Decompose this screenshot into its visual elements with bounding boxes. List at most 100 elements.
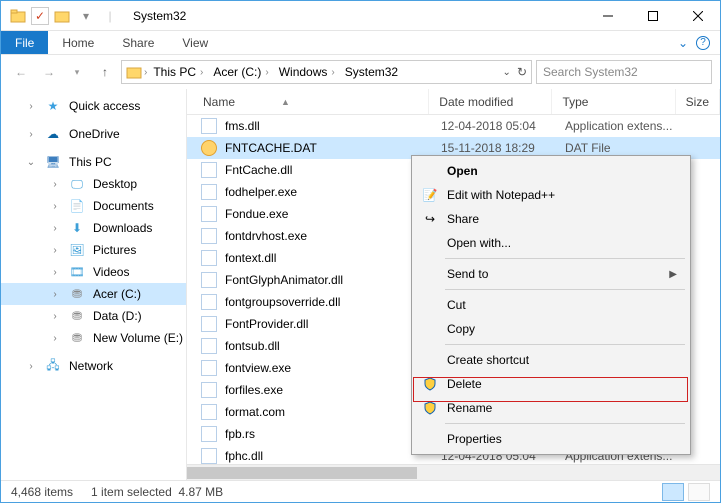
nav-data-d[interactable]: ›⛃Data (D:) xyxy=(1,305,186,327)
drive-icon: ⛃ xyxy=(69,330,85,346)
navigation-pane: ›★Quick access ›☁OneDrive ⌄🖥This PC ›🖵De… xyxy=(1,89,187,480)
tab-home[interactable]: Home xyxy=(48,31,108,54)
tab-view[interactable]: View xyxy=(168,31,222,54)
address-bar[interactable]: › This PC› Acer (C:)› Windows› System32 … xyxy=(121,60,532,84)
horizontal-scrollbar[interactable] xyxy=(187,464,720,480)
nav-quick-access[interactable]: ›★Quick access xyxy=(1,95,186,117)
details-view-button[interactable] xyxy=(662,483,684,501)
desktop-icon: 🖵 xyxy=(69,176,85,192)
folder-icon xyxy=(7,5,29,27)
close-button[interactable] xyxy=(675,1,720,31)
file-icon xyxy=(201,294,217,310)
shield-icon xyxy=(421,375,439,393)
file-icon xyxy=(201,184,217,200)
nav-this-pc[interactable]: ⌄🖥This PC xyxy=(1,151,186,173)
menu-send-to[interactable]: Send to▶ xyxy=(415,262,687,286)
file-name: format.com xyxy=(225,405,285,419)
separator xyxy=(445,423,685,424)
nav-network[interactable]: ›🖧Network xyxy=(1,355,186,377)
separator: | xyxy=(99,5,121,27)
file-icon xyxy=(201,448,217,464)
maximize-button[interactable] xyxy=(630,1,675,31)
file-date: 15-11-2018 18:29 xyxy=(431,141,555,155)
address-dropdown-icon[interactable]: ⌄ xyxy=(503,67,511,78)
up-button[interactable]: ↑ xyxy=(93,60,117,84)
file-icon xyxy=(201,206,217,222)
qat-dropdown-icon[interactable]: ▾ xyxy=(75,5,97,27)
menu-edit-notepadpp[interactable]: 📝Edit with Notepad++ xyxy=(415,183,687,207)
status-selection: 1 item selected 4.87 MB xyxy=(91,485,223,499)
chevron-right-icon[interactable]: › xyxy=(265,67,268,78)
nav-downloads[interactable]: ›⬇Downloads xyxy=(1,217,186,239)
file-type: Application extens... xyxy=(555,119,679,133)
thumbnails-view-button[interactable] xyxy=(688,483,710,501)
refresh-icon[interactable]: ↻ xyxy=(517,65,527,79)
star-icon: ★ xyxy=(45,98,61,114)
file-icon xyxy=(201,140,217,156)
file-type: DAT File xyxy=(555,141,679,155)
file-name: fms.dll xyxy=(225,119,260,133)
file-name: fontsub.dll xyxy=(225,339,280,353)
file-date: 12-04-2018 05:04 xyxy=(431,119,555,133)
column-size[interactable]: Size xyxy=(676,89,720,114)
column-name[interactable]: Name▲ xyxy=(187,89,429,114)
column-date[interactable]: Date modified xyxy=(429,89,552,114)
menu-open-with[interactable]: Open with... xyxy=(415,231,687,255)
file-row[interactable]: fms.dll 12-04-2018 05:04Application exten… xyxy=(187,115,720,137)
chevron-right-icon[interactable]: › xyxy=(144,67,147,78)
file-name: FontGlyphAnimator.dll xyxy=(225,273,343,287)
menu-properties[interactable]: Properties xyxy=(415,427,687,451)
nav-desktop[interactable]: ›🖵Desktop xyxy=(1,173,186,195)
ribbon-expand-icon[interactable]: ⌄ xyxy=(678,36,688,50)
pictures-icon: 🖼 xyxy=(69,242,85,258)
separator xyxy=(445,258,685,259)
sort-asc-icon: ▲ xyxy=(281,97,290,107)
nav-documents[interactable]: ›📄Documents xyxy=(1,195,186,217)
file-name: fontgroupsoverride.dll xyxy=(225,295,340,309)
nav-new-volume-e[interactable]: ›⛃New Volume (E:) xyxy=(1,327,186,349)
file-icon xyxy=(201,426,217,442)
menu-share[interactable]: ↪Share xyxy=(415,207,687,231)
menu-create-shortcut[interactable]: Create shortcut xyxy=(415,348,687,372)
file-name: FontProvider.dll xyxy=(225,317,308,331)
address-bar-row: ← → ▾ ↑ › This PC› Acer (C:)› Windows› S… xyxy=(1,55,720,89)
minimize-button[interactable] xyxy=(585,1,630,31)
nav-pictures[interactable]: ›🖼Pictures xyxy=(1,239,186,261)
tab-share[interactable]: Share xyxy=(108,31,168,54)
properties-check-icon[interactable]: ✓ xyxy=(31,7,49,25)
drive-icon: ⛃ xyxy=(69,308,85,324)
nav-videos[interactable]: ›🎞Videos xyxy=(1,261,186,283)
recent-dropdown[interactable]: ▾ xyxy=(65,60,89,84)
menu-copy[interactable]: Copy xyxy=(415,317,687,341)
file-icon xyxy=(201,316,217,332)
forward-button: → xyxy=(37,60,61,84)
cloud-icon: ☁ xyxy=(45,126,61,142)
chevron-right-icon: ▶ xyxy=(669,269,687,280)
menu-open[interactable]: Open xyxy=(415,159,687,183)
column-type[interactable]: Type xyxy=(552,89,675,114)
breadcrumb: This PC› xyxy=(149,65,207,79)
network-icon: 🖧 xyxy=(45,358,61,374)
help-icon[interactable]: ? xyxy=(696,36,710,50)
drive-icon: ⛃ xyxy=(69,286,85,302)
shield-icon xyxy=(421,399,439,417)
file-icon xyxy=(201,338,217,354)
file-icon xyxy=(201,404,217,420)
downloads-icon: ⬇ xyxy=(69,220,85,236)
tab-file[interactable]: File xyxy=(1,31,48,54)
folder-icon[interactable] xyxy=(51,5,73,27)
search-input[interactable]: Search System32 xyxy=(536,60,712,84)
chevron-right-icon[interactable]: › xyxy=(331,67,334,78)
file-name: FNTCACHE.DAT xyxy=(225,141,317,155)
nav-acer-c[interactable]: ›⛃Acer (C:) xyxy=(1,283,186,305)
back-button[interactable]: ← xyxy=(9,60,33,84)
nav-onedrive[interactable]: ›☁OneDrive xyxy=(1,123,186,145)
file-name: fpb.rs xyxy=(225,427,255,441)
menu-cut[interactable]: Cut xyxy=(415,293,687,317)
menu-delete[interactable]: Delete xyxy=(415,372,687,396)
menu-rename[interactable]: Rename xyxy=(415,396,687,420)
file-icon xyxy=(201,162,217,178)
chevron-right-icon[interactable]: › xyxy=(200,67,203,78)
window-title: System32 xyxy=(133,9,186,23)
file-name: fodhelper.exe xyxy=(225,185,297,199)
